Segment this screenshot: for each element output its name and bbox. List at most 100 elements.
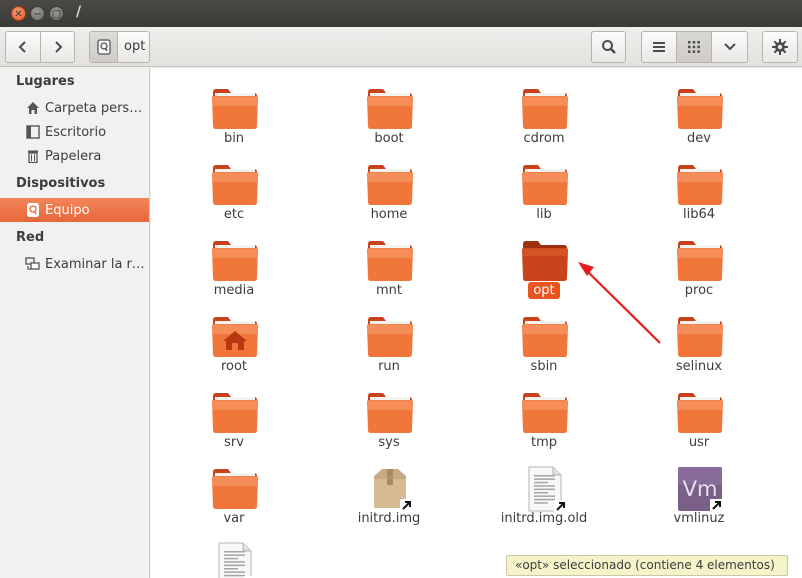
trash-icon <box>25 148 41 164</box>
file-name-text: initrd.img.old <box>500 511 588 526</box>
file-item-vmlinuz[interactable]: Vm vmlinuz <box>639 456 759 530</box>
file-name-label: root <box>174 359 294 374</box>
sidebar: Lugares Carpeta perso… Escritorio Papele… <box>0 68 150 578</box>
file-item-sbin[interactable]: sbin <box>484 304 604 378</box>
folder-icon <box>676 390 724 436</box>
sidebar-item-desktop[interactable]: Escritorio <box>0 120 149 144</box>
sidebar-heading-devices: Dispositivos <box>16 176 106 191</box>
file-name-text: initrd.img <box>357 511 421 526</box>
maximize-window-button[interactable]: □ <box>49 6 64 21</box>
file-name-label: media <box>174 283 294 298</box>
file-item-lib64[interactable]: lib64 <box>639 152 759 226</box>
file-item-bin[interactable]: bin <box>174 76 294 150</box>
search-button[interactable] <box>591 31 626 63</box>
chevron-left-icon <box>18 41 26 53</box>
list-view-button[interactable] <box>641 31 677 63</box>
settings-button[interactable] <box>762 31 798 63</box>
folder-icon <box>211 162 259 208</box>
computer-icon <box>25 202 41 218</box>
desktop-icon <box>25 124 41 140</box>
window-title: / <box>76 4 82 20</box>
file-item-initrd-img-old[interactable]: initrd.img.old <box>484 456 604 530</box>
file-name-label: initrd.img.old <box>484 511 604 526</box>
file-name-text: tmp <box>530 435 557 450</box>
sidebar-item-trash[interactable]: Papelera <box>0 144 149 168</box>
folder-icon <box>211 466 259 512</box>
file-item-sys[interactable]: sys <box>329 380 449 454</box>
file-name-text: root <box>220 359 248 374</box>
file-name-label: initrd.img <box>329 511 449 526</box>
close-window-button[interactable]: ✕ <box>11 6 26 21</box>
file-name-label: var <box>174 511 294 526</box>
file-name-text: opt <box>528 282 560 299</box>
file-name-label: sbin <box>484 359 604 374</box>
sidebar-item-browse-network[interactable]: Examinar la red <box>0 252 149 276</box>
folder-icon <box>676 238 724 284</box>
folder-icon <box>676 86 724 132</box>
vmlinuz-link-icon: Vm <box>676 466 724 512</box>
file-name-text: etc <box>223 207 245 222</box>
grid-view-button[interactable] <box>676 31 712 63</box>
file-item-mnt[interactable]: mnt <box>329 228 449 302</box>
file-name-text: home <box>370 207 408 222</box>
file-name-text: run <box>378 359 400 374</box>
file-item-dev[interactable]: dev <box>639 76 759 150</box>
file-item-root[interactable]: root <box>174 304 294 378</box>
file-item-run[interactable]: run <box>329 304 449 378</box>
file-item-var[interactable]: var <box>174 456 294 530</box>
folder-icon <box>211 86 259 132</box>
file-item-usr[interactable]: usr <box>639 380 759 454</box>
file-name-label: bin <box>174 131 294 146</box>
file-item-selinux[interactable]: selinux <box>639 304 759 378</box>
file-item-cdrom[interactable]: cdrom <box>484 76 604 150</box>
folder-icon <box>211 238 259 284</box>
folder-icon <box>211 390 259 436</box>
file-name-label: lib64 <box>639 207 759 222</box>
sidebar-item-computer[interactable]: Equipo <box>0 198 149 222</box>
sidebar-item-home[interactable]: Carpeta perso… <box>0 96 149 120</box>
file-name-label: lib <box>484 207 604 222</box>
document-link-icon <box>211 542 259 578</box>
document-link-icon <box>521 466 569 512</box>
file-name-label: run <box>329 359 449 374</box>
file-item-media[interactable]: media <box>174 228 294 302</box>
file-item-unnamed[interactable] <box>174 532 294 578</box>
minimize-window-button[interactable]: − <box>30 6 45 21</box>
file-name-label: cdrom <box>484 131 604 146</box>
path-bar-opt[interactable]: opt <box>89 31 150 63</box>
folder-icon <box>521 86 569 132</box>
file-name-text: usr <box>688 435 710 450</box>
search-icon <box>601 40 616 54</box>
forward-button[interactable] <box>40 31 75 63</box>
file-item-etc[interactable]: etc <box>174 152 294 226</box>
file-name-label: srv <box>174 435 294 450</box>
file-name-text: srv <box>224 435 244 450</box>
file-name-text: sys <box>378 435 400 450</box>
file-name-label: opt <box>484 282 604 299</box>
title-bar: ✕ − □ / <box>0 0 802 27</box>
folder-icon <box>366 162 414 208</box>
folder-icon <box>366 314 414 360</box>
file-name-text: boot <box>374 131 404 146</box>
file-item-lib[interactable]: lib <box>484 152 604 226</box>
file-name-label: proc <box>639 283 759 298</box>
back-button[interactable] <box>5 31 41 63</box>
file-name-text: var <box>223 511 245 526</box>
file-name-text: mnt <box>376 283 402 298</box>
file-item-srv[interactable]: srv <box>174 380 294 454</box>
file-name-label: usr <box>639 435 759 450</box>
view-options-button[interactable] <box>711 31 748 63</box>
file-item-home[interactable]: home <box>329 152 449 226</box>
file-item-boot[interactable]: boot <box>329 76 449 150</box>
drive-icon[interactable] <box>90 32 118 62</box>
home-icon <box>25 100 41 116</box>
file-name-label: boot <box>329 131 449 146</box>
file-name-label: sys <box>329 435 449 450</box>
file-item-proc[interactable]: proc <box>639 228 759 302</box>
file-item-initrd-img[interactable]: initrd.img <box>329 456 449 530</box>
file-name-label: vmlinuz <box>639 511 759 526</box>
folder-icon <box>366 86 414 132</box>
file-item-tmp[interactable]: tmp <box>484 380 604 454</box>
file-name-text: vmlinuz <box>673 511 725 526</box>
file-item-opt[interactable]: opt <box>484 228 604 302</box>
